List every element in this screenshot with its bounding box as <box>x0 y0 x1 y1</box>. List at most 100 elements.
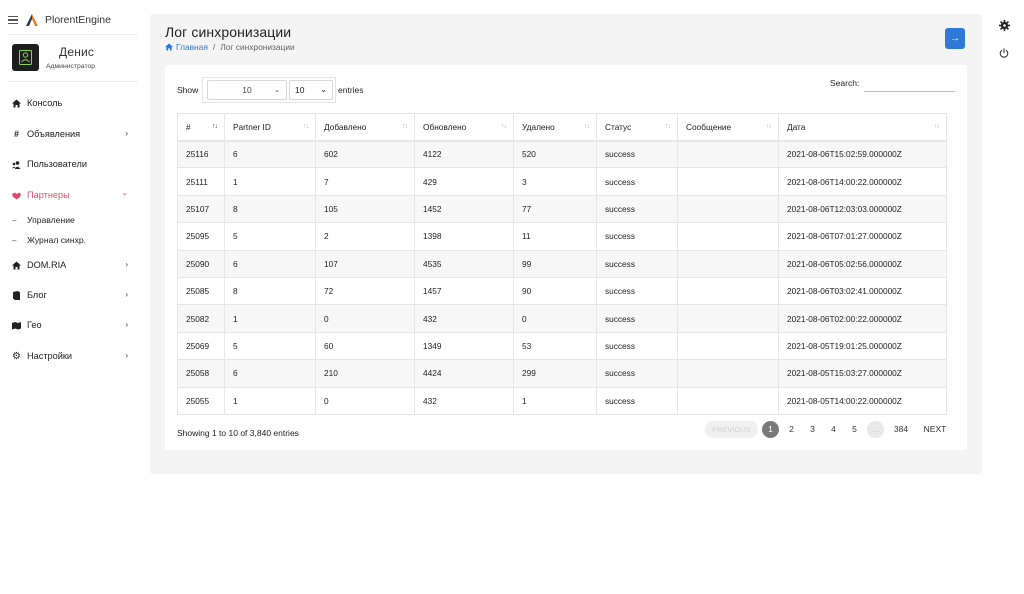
power-icon[interactable] <box>998 47 1010 59</box>
column-header-message[interactable]: Сообщение ↑↓ <box>677 113 779 142</box>
cell-updated: 4122 <box>414 139 514 169</box>
page-length-value: 10 <box>242 85 252 95</box>
sidebar-item-label: Настройки <box>27 351 73 361</box>
cell-added: 7 <box>315 167 415 196</box>
sort-asc-icon: ↑↓ <box>212 123 218 130</box>
show-label: Show <box>177 85 199 95</box>
pagination-next[interactable]: NEXT <box>920 421 950 438</box>
hashtag-icon: # <box>13 129 19 139</box>
arrow-right-icon: → <box>950 33 960 44</box>
cell-id: 25111 <box>177 167 225 196</box>
cell-added: 72 <box>315 276 415 306</box>
cell-date: 2021-08-06T14:00:22.000000Z <box>778 167 947 196</box>
page-length-select-native[interactable]: 10 ⌄ <box>289 80 333 100</box>
column-header-updated[interactable]: Обновлено ↑↓ <box>414 113 514 142</box>
cell-status: success <box>596 359 678 388</box>
home-icon <box>12 261 21 270</box>
cell-date: 2021-08-06T12:03:03.000000Z <box>778 194 947 224</box>
search-label: Search: <box>830 78 860 88</box>
cell-deleted: 0 <box>513 304 597 333</box>
column-header-deleted[interactable]: Удалено ↑↓ <box>513 113 597 142</box>
chevron-right-icon: › <box>125 260 128 269</box>
cell-added: 107 <box>315 249 415 278</box>
table-row: 25082 1 0 432 0 success 2021-08-06T02:00:22.00… <box>177 304 947 333</box>
entries-label: entries <box>338 85 364 95</box>
column-header-added[interactable]: Добавлено ↑↓ <box>315 113 415 142</box>
sidebar-subitem-label: Управление <box>27 215 75 225</box>
cell-status: success <box>596 167 678 196</box>
breadcrumb-home[interactable]: Главная <box>165 42 208 52</box>
cell-message <box>677 359 779 388</box>
sidebar-item-domria[interactable]: DOM.RIA › <box>12 258 134 272</box>
avatar[interactable] <box>12 44 39 71</box>
cell-id: 25107 <box>177 194 225 224</box>
sidebar-item-settings[interactable]: ⚙ Настройки › <box>12 349 134 363</box>
table-row: 25090 6 107 4535 99 success 2021-08-06T05:02:5… <box>177 249 947 278</box>
pagination-page-current[interactable]: 1 <box>762 420 779 438</box>
sidebar-item-listings[interactable]: # Объявления › <box>12 127 134 141</box>
cell-added: 60 <box>315 331 415 361</box>
sidebar-subitem-management[interactable]: – Управление <box>12 214 134 226</box>
column-header-date[interactable]: Дата ↑↓ <box>778 113 947 142</box>
map-icon <box>12 321 21 330</box>
pagination-page-last[interactable]: 384 <box>888 421 914 438</box>
cell-date: 2021-08-06T02:00:22.000000Z <box>778 304 947 333</box>
cell-date: 2021-08-06T07:01:27.000000Z <box>778 222 947 251</box>
cell-date: 2021-08-06T05:02:56.000000Z <box>778 249 947 278</box>
sidebar-item-console[interactable]: Консоль <box>12 96 134 110</box>
cell-id: 25085 <box>177 276 225 306</box>
table-row: 25116 6 602 4122 520 success 2021-08-06T15:02:… <box>177 139 947 169</box>
cell-deleted: 11 <box>513 222 597 251</box>
sync-log-table: # ↑↓ Partner ID ↑↓ Добавлено ↑↓ Обновлено ↑↓… <box>177 113 947 415</box>
sidebar-item-label: Блог <box>27 290 47 300</box>
page-length-select[interactable]: 10 ⌄ <box>207 80 287 100</box>
cell-updated: 1452 <box>414 194 514 224</box>
action-button[interactable]: → <box>945 28 965 49</box>
sidebar-item-label: DOM.RIA <box>27 260 67 270</box>
cell-updated: 429 <box>414 167 514 196</box>
cell-message <box>677 304 779 333</box>
cell-id: 25116 <box>177 139 225 169</box>
gear-icon[interactable] <box>998 19 1010 31</box>
column-header-id[interactable]: # ↑↓ <box>177 113 225 142</box>
cell-updated: 432 <box>414 304 514 333</box>
pagination-page[interactable]: 4 <box>825 421 842 438</box>
column-header-partner-id[interactable]: Partner ID ↑↓ <box>224 113 316 142</box>
table-row: 25111 1 7 429 3 success 2021-08-06T14:00:22.00… <box>177 167 947 196</box>
sidebar-item-blog[interactable]: Блог › <box>12 288 134 302</box>
pagination-page[interactable]: 5 <box>846 421 863 438</box>
pagination-previous[interactable]: PREVIOUS <box>705 420 758 438</box>
breadcrumb-separator: / <box>212 42 216 52</box>
length-control: 10 ⌄ 10 ⌄ <box>202 77 336 103</box>
cell-added: 105 <box>315 194 415 224</box>
cell-id: 25069 <box>177 331 225 361</box>
chevron-right-icon: › <box>125 129 128 138</box>
sidebar-item-geo[interactable]: Гео › <box>12 318 134 332</box>
sidebar-item-label: Объявления <box>27 129 81 139</box>
table-row: 25107 8 105 1452 77 success 2021-08-06T12:03:0… <box>177 194 947 224</box>
user-name: Денис <box>59 45 95 59</box>
cell-date: 2021-08-05T14:00:22.000000Z <box>778 386 947 415</box>
cell-status: success <box>596 276 678 306</box>
table-row: 25095 5 2 1398 11 success 2021-08-06T07:01:27.… <box>177 222 947 251</box>
sidebar-subitem-sync-log[interactable]: – Журнал синхр. <box>12 234 134 246</box>
search-input[interactable] <box>864 76 955 92</box>
chevron-right-icon: › <box>125 320 128 329</box>
sort-icon: ↑↓ <box>934 123 940 130</box>
cell-deleted: 99 <box>513 249 597 278</box>
cell-message <box>677 194 779 224</box>
brand: PlorentEngine <box>8 12 111 28</box>
hamburger-menu-icon[interactable] <box>8 16 18 24</box>
column-header-status[interactable]: Статус ↑↓ <box>596 113 678 142</box>
pagination-page[interactable]: 3 <box>804 421 821 438</box>
table-header-row: # ↑↓ Partner ID ↑↓ Добавлено ↑↓ Обновлено ↑↓… <box>177 113 947 142</box>
cell-partner-id: 6 <box>224 359 316 388</box>
cell-deleted: 90 <box>513 276 597 306</box>
sort-icon: ↑↓ <box>303 123 309 130</box>
pagination-page[interactable]: 2 <box>783 421 800 438</box>
cell-updated: 1349 <box>414 331 514 361</box>
sidebar-item-users[interactable]: Пользователи <box>12 157 134 171</box>
chevron-right-icon: › <box>125 351 128 360</box>
sidebar-item-partners[interactable]: Партнеры ⌄ <box>12 188 134 202</box>
cell-partner-id: 1 <box>224 386 316 415</box>
